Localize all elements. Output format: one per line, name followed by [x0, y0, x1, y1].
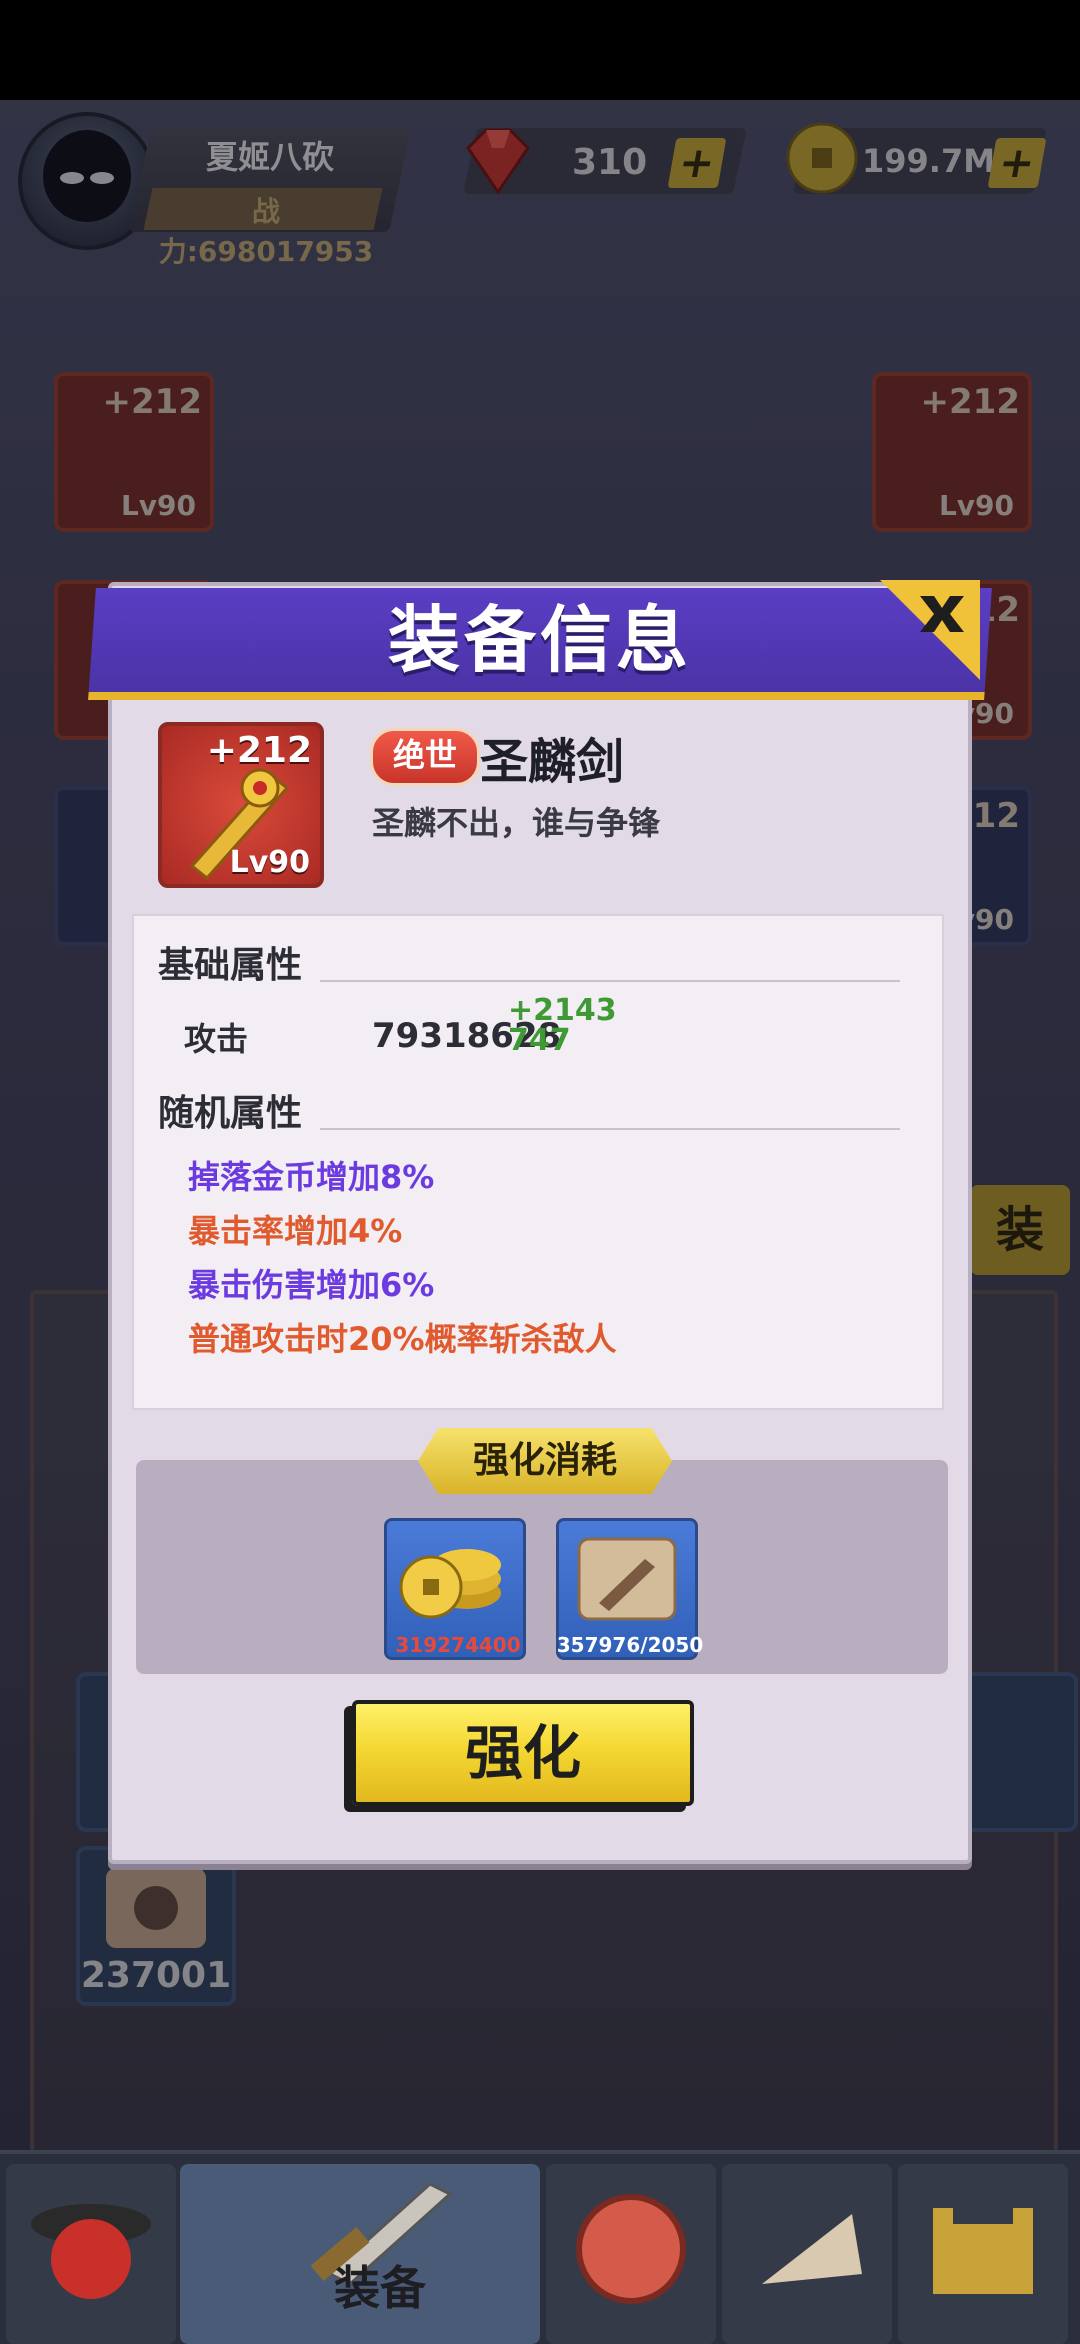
castle-icon [933, 2208, 1033, 2294]
divider [320, 1128, 900, 1130]
nav-tab-shop[interactable] [722, 2164, 892, 2344]
item-name: 圣麟剑 [480, 734, 625, 790]
hero-icon [31, 2204, 151, 2299]
random-stat: 普通攻击时20%概率斩杀敌人 [188, 1320, 617, 1358]
attack-label: 攻击 [184, 1020, 249, 1058]
coin-cost-amount: 319274400 [395, 1633, 521, 1657]
rarity-badge: 绝世 [370, 728, 480, 786]
base-stats-title: 基础属性 [158, 945, 303, 986]
bottom-nav [0, 2150, 1080, 2344]
close-icon[interactable] [880, 580, 980, 680]
coin-stack-icon [399, 1549, 501, 1619]
scroll-icon [577, 1537, 677, 1621]
cost-item-scroll: 357976/2050 [556, 1518, 703, 1660]
item-icon: +212 Lv90 [158, 722, 324, 888]
random-stats-title: 随机属性 [158, 1093, 303, 1134]
drum-icon [576, 2194, 686, 2304]
nav-label-equipment: 装备 [334, 2261, 426, 2315]
random-stat: 暴击率增加4% [188, 1212, 403, 1250]
scroll-cost-amount: 357976/2050 [556, 1633, 704, 1657]
cost-item-coins: 319274400 [384, 1518, 526, 1660]
cost-title: 强化消耗 [472, 1440, 617, 1481]
nav-tab-battle[interactable] [546, 2164, 716, 2344]
dialog-title: 装备信息 [387, 598, 692, 682]
divider [320, 980, 900, 982]
item-description: 圣麟不出，谁与争锋 [372, 804, 661, 842]
nav-tab-hero[interactable] [6, 2164, 176, 2344]
horn-icon [762, 2214, 862, 2284]
enhance-button-label: 强化 [464, 1719, 581, 1787]
attack-bonus: +2143747 [508, 993, 617, 1058]
random-stat: 暴击伤害增加6% [188, 1266, 435, 1304]
nav-tab-guild[interactable] [898, 2164, 1068, 2344]
item-level: Lv90 [229, 845, 310, 880]
random-stat: 掉落金币增加8% [188, 1158, 435, 1196]
item-plus-level: +212 [206, 730, 312, 771]
status-bar [0, 0, 1080, 100]
